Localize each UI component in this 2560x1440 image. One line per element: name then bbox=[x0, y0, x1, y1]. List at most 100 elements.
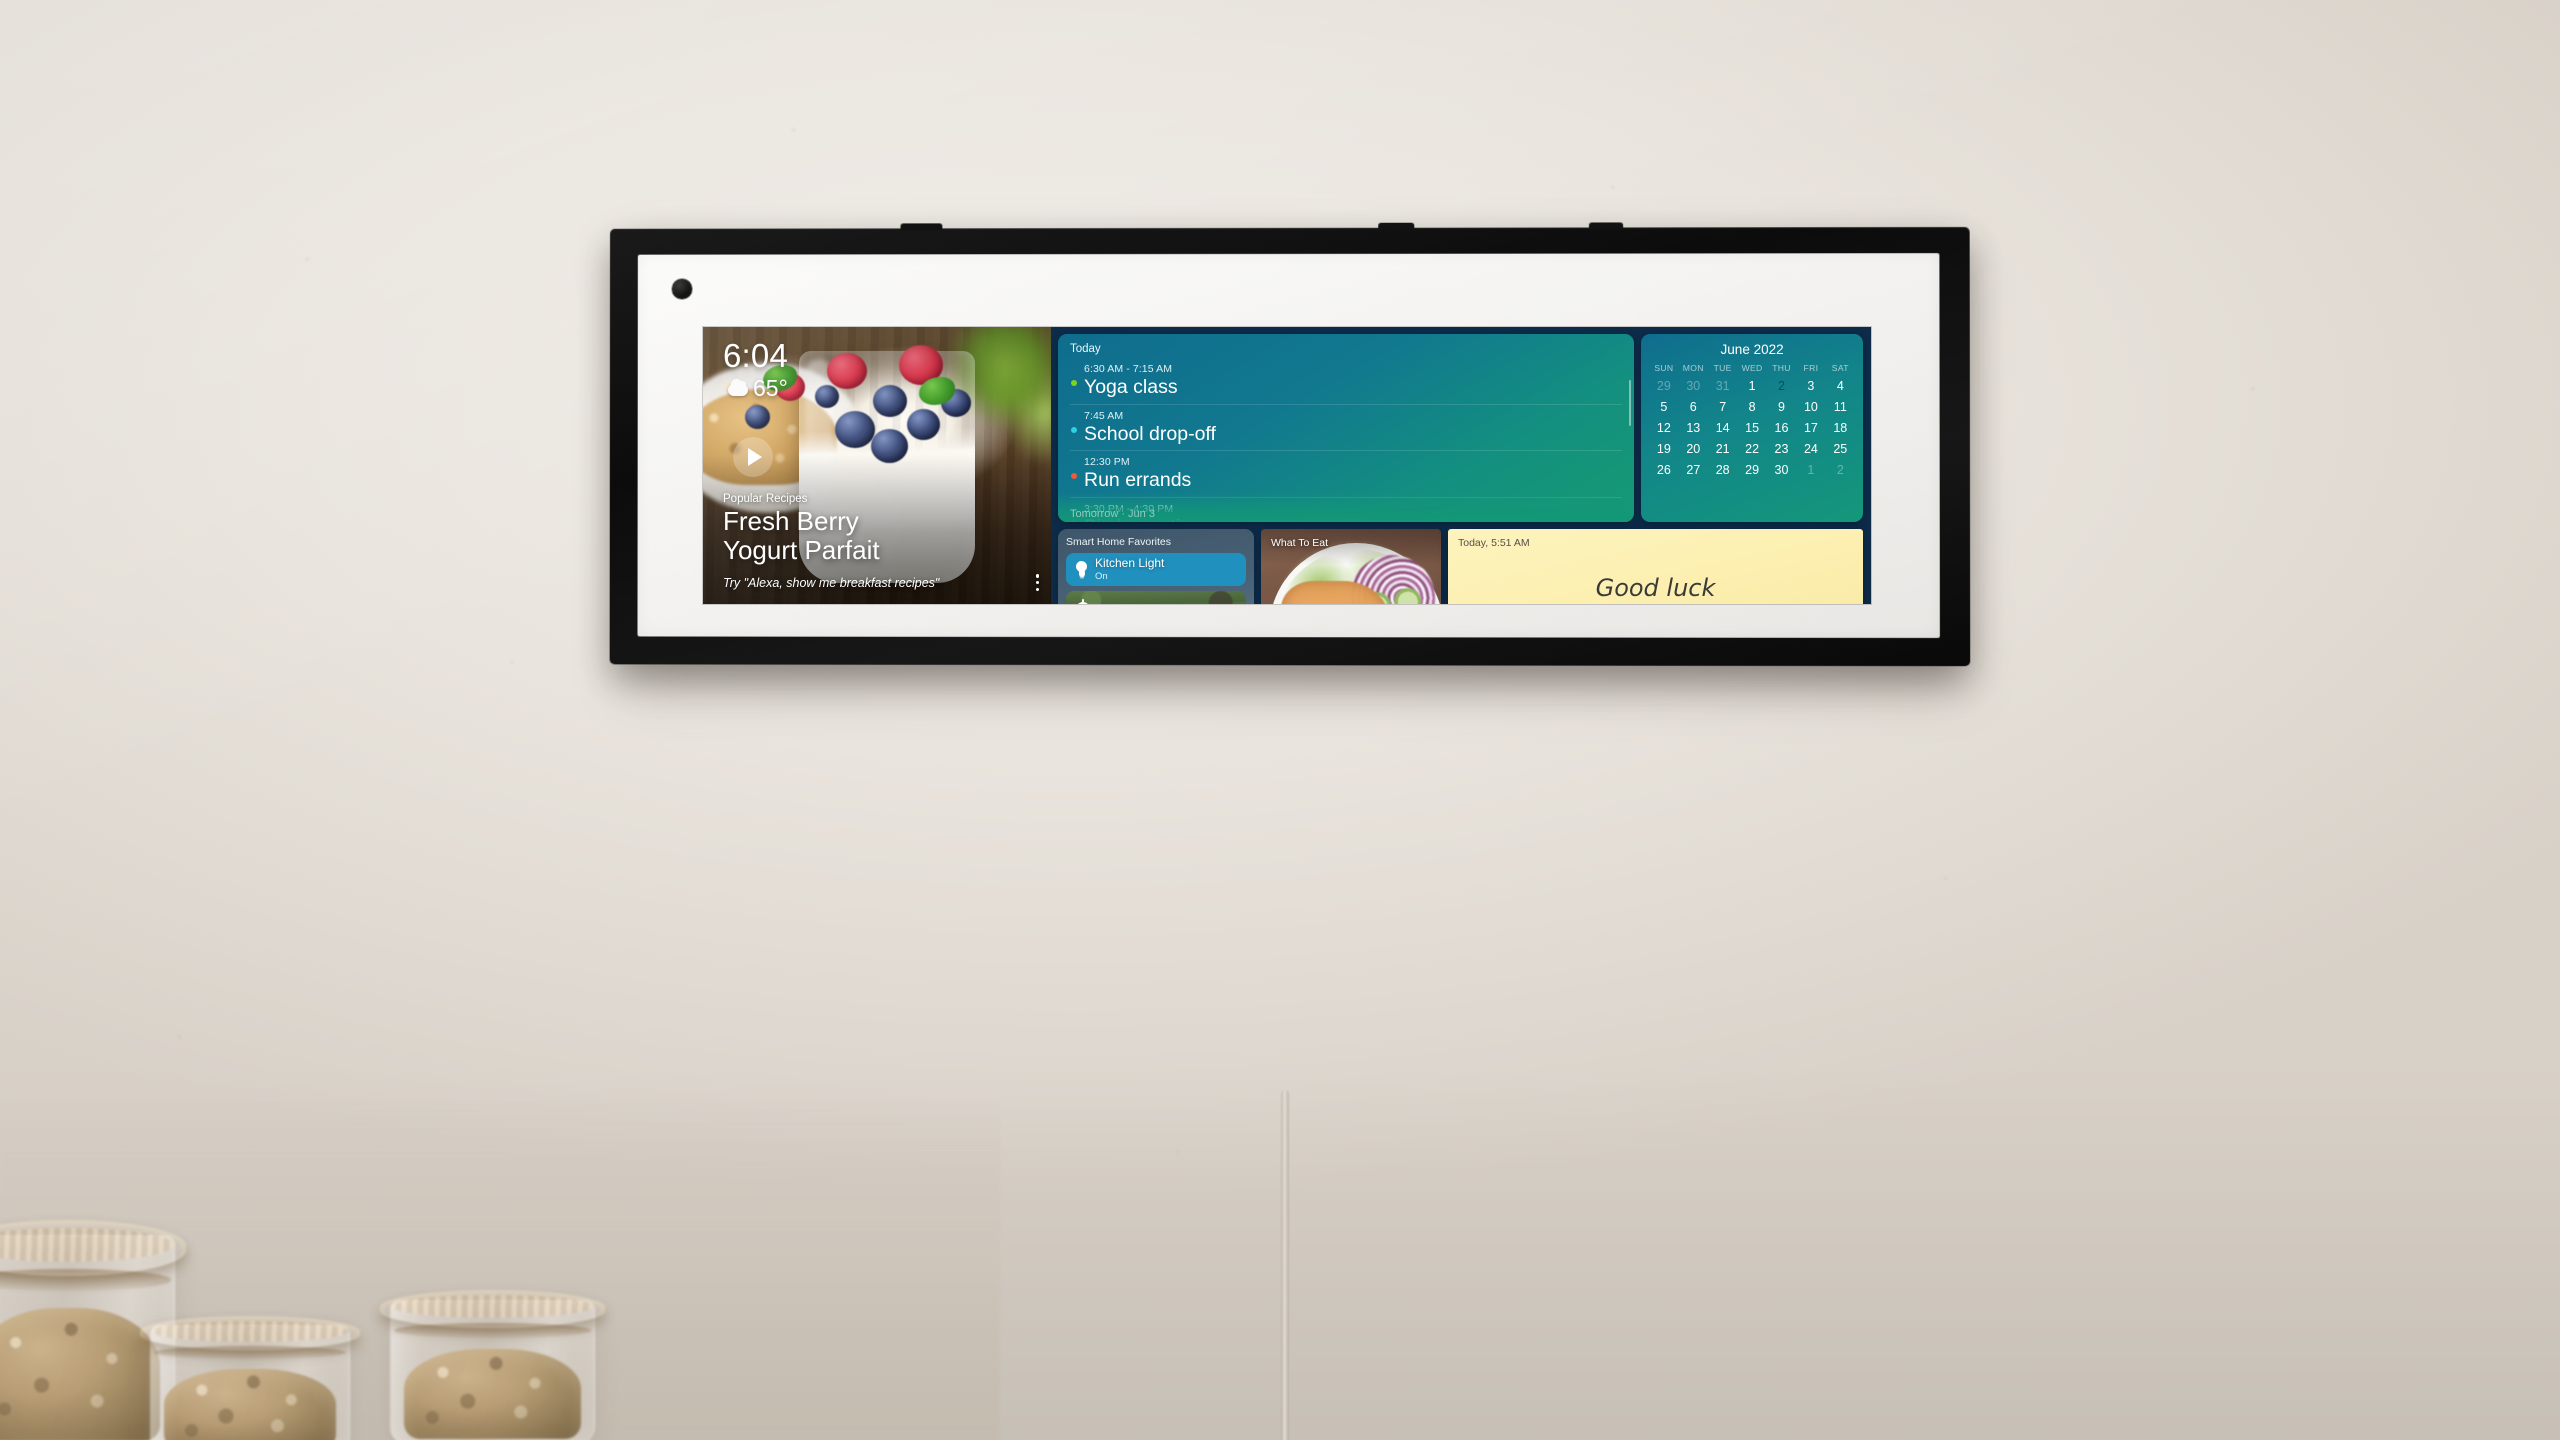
calendar-day[interactable]: 1 bbox=[1737, 378, 1766, 394]
device-name: Kitchen Light bbox=[1095, 555, 1165, 570]
calendar-day[interactable]: 10 bbox=[1796, 399, 1825, 415]
agenda-event[interactable]: 12:30 PM Run errands bbox=[1070, 450, 1623, 497]
event-title: School drop-off bbox=[1084, 422, 1216, 445]
calendar-day[interactable]: 12 bbox=[1649, 420, 1678, 436]
calendar-day-header: TUE bbox=[1713, 363, 1732, 373]
smart-home-device-list: Kitchen LightOnBackyardPatio LightOff bbox=[1066, 553, 1246, 604]
calendar-day[interactable]: 6 bbox=[1679, 399, 1708, 415]
calendar-day[interactable]: 9 bbox=[1767, 399, 1796, 415]
calendar-day[interactable]: 3 bbox=[1796, 378, 1825, 394]
smart-home-widget[interactable]: Smart Home Favorites Kitchen LightOn Back… bbox=[1058, 529, 1254, 604]
calendar-day[interactable]: 17 bbox=[1796, 420, 1825, 436]
calendar-day[interactable]: 13 bbox=[1679, 420, 1708, 436]
top-button-2[interactable] bbox=[1378, 222, 1415, 230]
recipe-title-line2: Yogurt Parfait bbox=[723, 534, 880, 565]
calendar-day[interactable]: 15 bbox=[1737, 420, 1766, 436]
event-title: Yoga class bbox=[1084, 376, 1178, 398]
event-time: 3:30 PM - 4:30 PM bbox=[1084, 502, 1174, 515]
agenda-header: Today bbox=[1070, 343, 1101, 355]
play-button[interactable] bbox=[733, 437, 773, 477]
sun-behind-cloud-icon bbox=[721, 378, 748, 398]
calendar-day[interactable]: 30 bbox=[1767, 462, 1796, 478]
recipe-kicker: Popular Recipes bbox=[723, 492, 808, 505]
widgets-area: Today 6:30 AM - 7:15 AM Yoga class 7:45 AM… bbox=[1051, 327, 1871, 604]
calendar-day[interactable]: 21 bbox=[1708, 441, 1737, 457]
calendar-day[interactable]: 20 bbox=[1679, 441, 1708, 457]
calendar-day[interactable]: 31 bbox=[1708, 378, 1737, 394]
agenda-event[interactable]: 7:45 AM School drop-off bbox=[1070, 403, 1623, 451]
alexa-suggestion: Try "Alexa, show me breakfast recipes" bbox=[723, 576, 940, 590]
calendar-day[interactable]: 11 bbox=[1826, 399, 1855, 415]
calendar-day-header: SAT bbox=[1831, 363, 1849, 373]
camera-icon bbox=[671, 278, 693, 300]
agenda-scrollbar[interactable] bbox=[1628, 380, 1632, 426]
calendar-day[interactable]: 25 bbox=[1826, 441, 1855, 457]
bottom-widget-row: Smart Home Favorites Kitchen LightOn Back… bbox=[1058, 529, 1863, 604]
calendar-day[interactable]: 23 bbox=[1767, 441, 1796, 457]
event-time: 6:30 AM - 7:15 AM bbox=[1084, 363, 1173, 375]
event-color-dot bbox=[1071, 426, 1077, 433]
calendar-day[interactable]: 27 bbox=[1679, 462, 1708, 478]
weather-row: 65° bbox=[721, 377, 788, 400]
event-time: 7:45 AM bbox=[1084, 409, 1124, 422]
recipe-hero-card[interactable]: 6:04 65° Popular Recipes Fresh Berry Yog… bbox=[703, 327, 1051, 604]
calendar-title: June 2022 bbox=[1720, 342, 1784, 357]
glass-jar-middle bbox=[150, 1320, 350, 1440]
event-title: Run errands bbox=[1084, 469, 1192, 492]
device-state: On bbox=[1095, 571, 1108, 583]
calendar-day[interactable]: 14 bbox=[1708, 420, 1737, 436]
calendar-day-header: MON bbox=[1682, 363, 1704, 373]
calendar-day[interactable]: 28 bbox=[1708, 462, 1737, 478]
smart-home-tile[interactable]: Backyard bbox=[1066, 591, 1246, 604]
calendar-grid: SUN MON TUE WED THU FRI SAT 29 30 31 1 2 3 4 5 6 7 8 9 10 11… bbox=[1649, 363, 1855, 478]
recipe-title-line1: Fresh Berry bbox=[723, 505, 859, 536]
note-timestamp: Today, 5:51 AM bbox=[1458, 537, 1530, 549]
display-screen[interactable]: 6:04 65° Popular Recipes Fresh Berry Yog… bbox=[703, 327, 1871, 604]
glass-jar-right bbox=[390, 1295, 595, 1440]
calendar-day[interactable]: 7 bbox=[1708, 399, 1737, 415]
event-color-dot bbox=[1071, 473, 1077, 480]
note-line2: with the bbox=[1458, 601, 1853, 604]
more-vertical-icon[interactable] bbox=[1035, 574, 1039, 591]
calendar-day[interactable]: 4 bbox=[1826, 378, 1855, 394]
calendar-day[interactable]: 26 bbox=[1649, 462, 1678, 478]
top-button-3[interactable] bbox=[1588, 222, 1624, 230]
play-icon bbox=[747, 448, 762, 466]
calendar-day[interactable]: 18 bbox=[1826, 420, 1855, 436]
calendar-day-header: THU bbox=[1772, 363, 1791, 373]
calendar-day-header: FRI bbox=[1803, 363, 1819, 373]
calendar-widget[interactable]: June 2022 SUN MON TUE WED THU FRI SAT 29 30 31 1 2 3… bbox=[1641, 334, 1863, 522]
smart-home-header: Smart Home Favorites bbox=[1066, 536, 1172, 548]
calendar-day[interactable]: 1 bbox=[1796, 462, 1825, 478]
note-line1: Good luck bbox=[1595, 574, 1716, 602]
recipe-title: Fresh Berry Yogurt Parfait bbox=[723, 505, 1031, 565]
calendar-day[interactable]: 24 bbox=[1796, 441, 1825, 457]
lightbulb-icon bbox=[1075, 561, 1088, 578]
calendar-day[interactable]: 16 bbox=[1767, 420, 1796, 436]
calendar-day[interactable]: 5 bbox=[1649, 399, 1678, 415]
recipe-text-block: Popular Recipes Fresh Berry Yogurt Parfa… bbox=[723, 493, 1031, 590]
event-color-dot bbox=[1071, 380, 1077, 386]
camera-icon bbox=[1075, 599, 1091, 604]
calendar-day[interactable]: 29 bbox=[1737, 462, 1766, 478]
what-to-eat-widget[interactable]: What To Eat Grilled Chicken Avocado Sala… bbox=[1261, 529, 1441, 604]
top-button-1[interactable] bbox=[900, 223, 943, 231]
agenda-list: 6:30 AM - 7:15 AM Yoga class 7:45 AM School… bbox=[1070, 358, 1623, 522]
event-title: Pitch meeting bbox=[1084, 516, 1622, 522]
calendar-day[interactable]: 30 bbox=[1679, 378, 1708, 394]
calendar-day[interactable]: 29 bbox=[1649, 378, 1678, 394]
calendar-day[interactable]: 22 bbox=[1737, 441, 1766, 457]
agenda-event[interactable]: 6:30 AM - 7:15 AM Yoga class bbox=[1070, 358, 1622, 404]
calendar-day[interactable]: 19 bbox=[1649, 441, 1678, 457]
calendar-day[interactable]: 2 bbox=[1826, 462, 1855, 478]
calendar-day[interactable]: 8 bbox=[1737, 399, 1766, 415]
top-widget-row: Today 6:30 AM - 7:15 AM Yoga class 7:45 AM… bbox=[1058, 334, 1863, 522]
clock-time: 6:04 bbox=[723, 337, 789, 374]
event-color-dot bbox=[1071, 519, 1077, 522]
calendar-day-today[interactable]: 2 bbox=[1767, 378, 1796, 394]
smart-home-tile[interactable]: Kitchen Light On bbox=[1066, 553, 1246, 586]
note-body: Good luck with the pitch 😘 bbox=[1458, 575, 1853, 604]
agenda-widget[interactable]: Today 6:30 AM - 7:15 AM Yoga class 7:45 AM… bbox=[1058, 334, 1635, 522]
sticky-note-widget[interactable]: Today, 5:51 AM Good luck with the pitch … bbox=[1448, 529, 1863, 604]
calendar-day-header: SUN bbox=[1654, 363, 1674, 373]
